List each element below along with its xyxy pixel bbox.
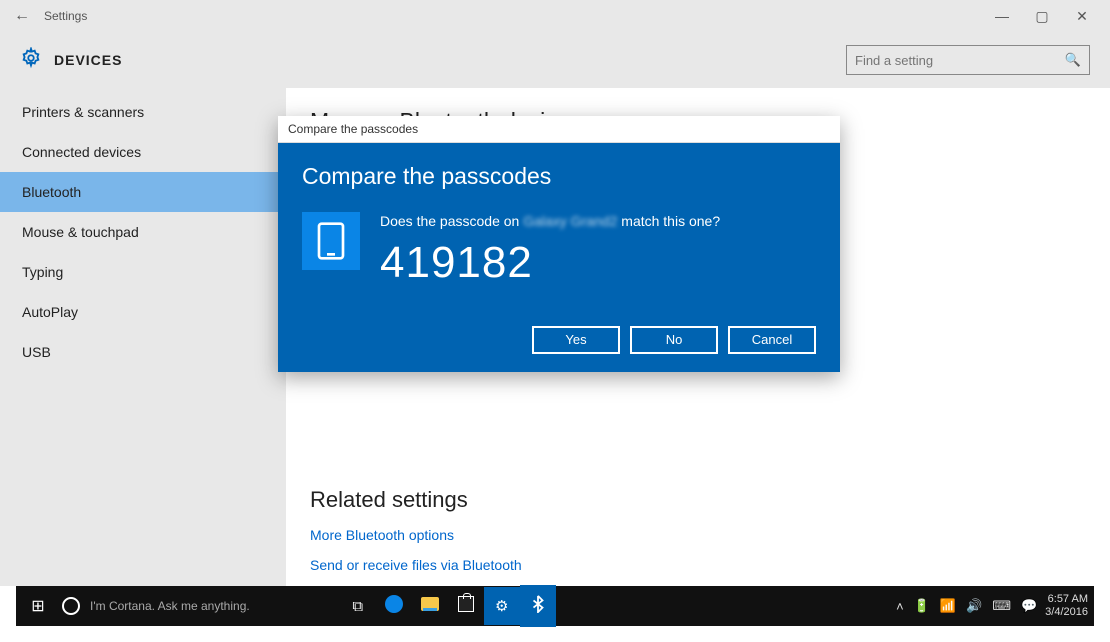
- phone-icon: [302, 212, 360, 270]
- sidebar-item-usb[interactable]: USB: [0, 332, 286, 372]
- cortana-placeholder: I'm Cortana. Ask me anything.: [90, 599, 250, 613]
- sidebar-item-bluetooth[interactable]: Bluetooth: [0, 172, 286, 212]
- main-panel: Manage Bluetooth devices Related setting…: [286, 88, 1110, 586]
- sidebar-item-printers[interactable]: Printers & scanners: [0, 92, 286, 132]
- gear-icon: [20, 47, 42, 74]
- edge-icon[interactable]: [376, 585, 412, 627]
- no-button[interactable]: No: [630, 326, 718, 354]
- search-input[interactable]: [855, 53, 1065, 68]
- clock-time: 6:57 AM: [1045, 593, 1088, 606]
- dialog-body: Compare the passcodes Does the passcode …: [278, 143, 840, 372]
- wifi-icon[interactable]: 📶: [940, 598, 956, 614]
- pairing-dialog: Compare the passcodes Compare the passco…: [278, 116, 840, 372]
- dialog-window-title: Compare the passcodes: [278, 116, 840, 143]
- dialog-buttons: Yes No Cancel: [302, 326, 816, 354]
- passcode-display: 419182: [380, 238, 720, 288]
- related-heading: Related settings: [310, 487, 1086, 513]
- tray-chevron-icon[interactable]: ˄: [896, 599, 904, 614]
- content-body: Printers & scanners Connected devices Bl…: [0, 88, 1110, 586]
- sidebar-item-typing[interactable]: Typing: [0, 252, 286, 292]
- search-box[interactable]: 🔍: [846, 45, 1090, 75]
- settings-taskbar-icon[interactable]: ⚙: [484, 587, 520, 625]
- battery-icon[interactable]: 🔋: [914, 598, 930, 614]
- sidebar: Printers & scanners Connected devices Bl…: [0, 88, 286, 586]
- task-view-icon[interactable]: ⧉: [340, 588, 376, 625]
- taskbar-clock[interactable]: 6:57 AM 3/4/2016: [1045, 593, 1088, 619]
- dialog-row: Does the passcode on Galaxy Grand2 match…: [302, 212, 816, 288]
- cortana-search[interactable]: I'm Cortana. Ask me anything.: [62, 597, 250, 615]
- start-button[interactable]: ⊞: [16, 596, 60, 616]
- dialog-text-block: Does the passcode on Galaxy Grand2 match…: [380, 212, 720, 288]
- yes-button[interactable]: Yes: [532, 326, 620, 354]
- search-icon: 🔍: [1065, 52, 1081, 68]
- sidebar-item-connected-devices[interactable]: Connected devices: [0, 132, 286, 172]
- action-center-icon[interactable]: 💬: [1021, 598, 1037, 614]
- close-button[interactable]: ✕: [1062, 8, 1102, 25]
- bluetooth-taskbar-icon[interactable]: [520, 585, 556, 627]
- window-titlebar: ← Settings — ▢ ✕: [0, 0, 1110, 32]
- link-more-bluetooth[interactable]: More Bluetooth options: [310, 527, 1086, 543]
- dialog-prompt: Does the passcode on Galaxy Grand2 match…: [380, 212, 720, 232]
- taskbar: ⊞ I'm Cortana. Ask me anything. ⧉ ⚙ ˄ 🔋 …: [16, 586, 1094, 626]
- volume-icon[interactable]: 🔊: [966, 598, 982, 614]
- keyboard-icon[interactable]: ⌨: [992, 598, 1011, 614]
- clock-date: 3/4/2016: [1045, 606, 1088, 619]
- back-button[interactable]: ←: [8, 7, 36, 25]
- minimize-button[interactable]: —: [982, 8, 1022, 24]
- maximize-button[interactable]: ▢: [1022, 8, 1062, 25]
- dialog-heading: Compare the passcodes: [302, 163, 816, 190]
- prompt-suffix: match this one?: [617, 213, 720, 229]
- header: DEVICES 🔍: [0, 32, 1110, 88]
- device-name: Galaxy Grand2: [523, 213, 617, 229]
- file-explorer-icon[interactable]: [412, 587, 448, 625]
- system-tray: ˄ 🔋 📶 🔊 ⌨ 💬: [896, 598, 1037, 614]
- sidebar-item-mouse[interactable]: Mouse & touchpad: [0, 212, 286, 252]
- sidebar-item-autoplay[interactable]: AutoPlay: [0, 292, 286, 332]
- cortana-icon: [62, 597, 80, 615]
- prompt-prefix: Does the passcode on: [380, 213, 523, 229]
- window-title: Settings: [44, 9, 87, 23]
- link-send-receive[interactable]: Send or receive files via Bluetooth: [310, 557, 1086, 573]
- store-icon[interactable]: [448, 586, 484, 626]
- page-category: DEVICES: [54, 52, 122, 68]
- cancel-button[interactable]: Cancel: [728, 326, 816, 354]
